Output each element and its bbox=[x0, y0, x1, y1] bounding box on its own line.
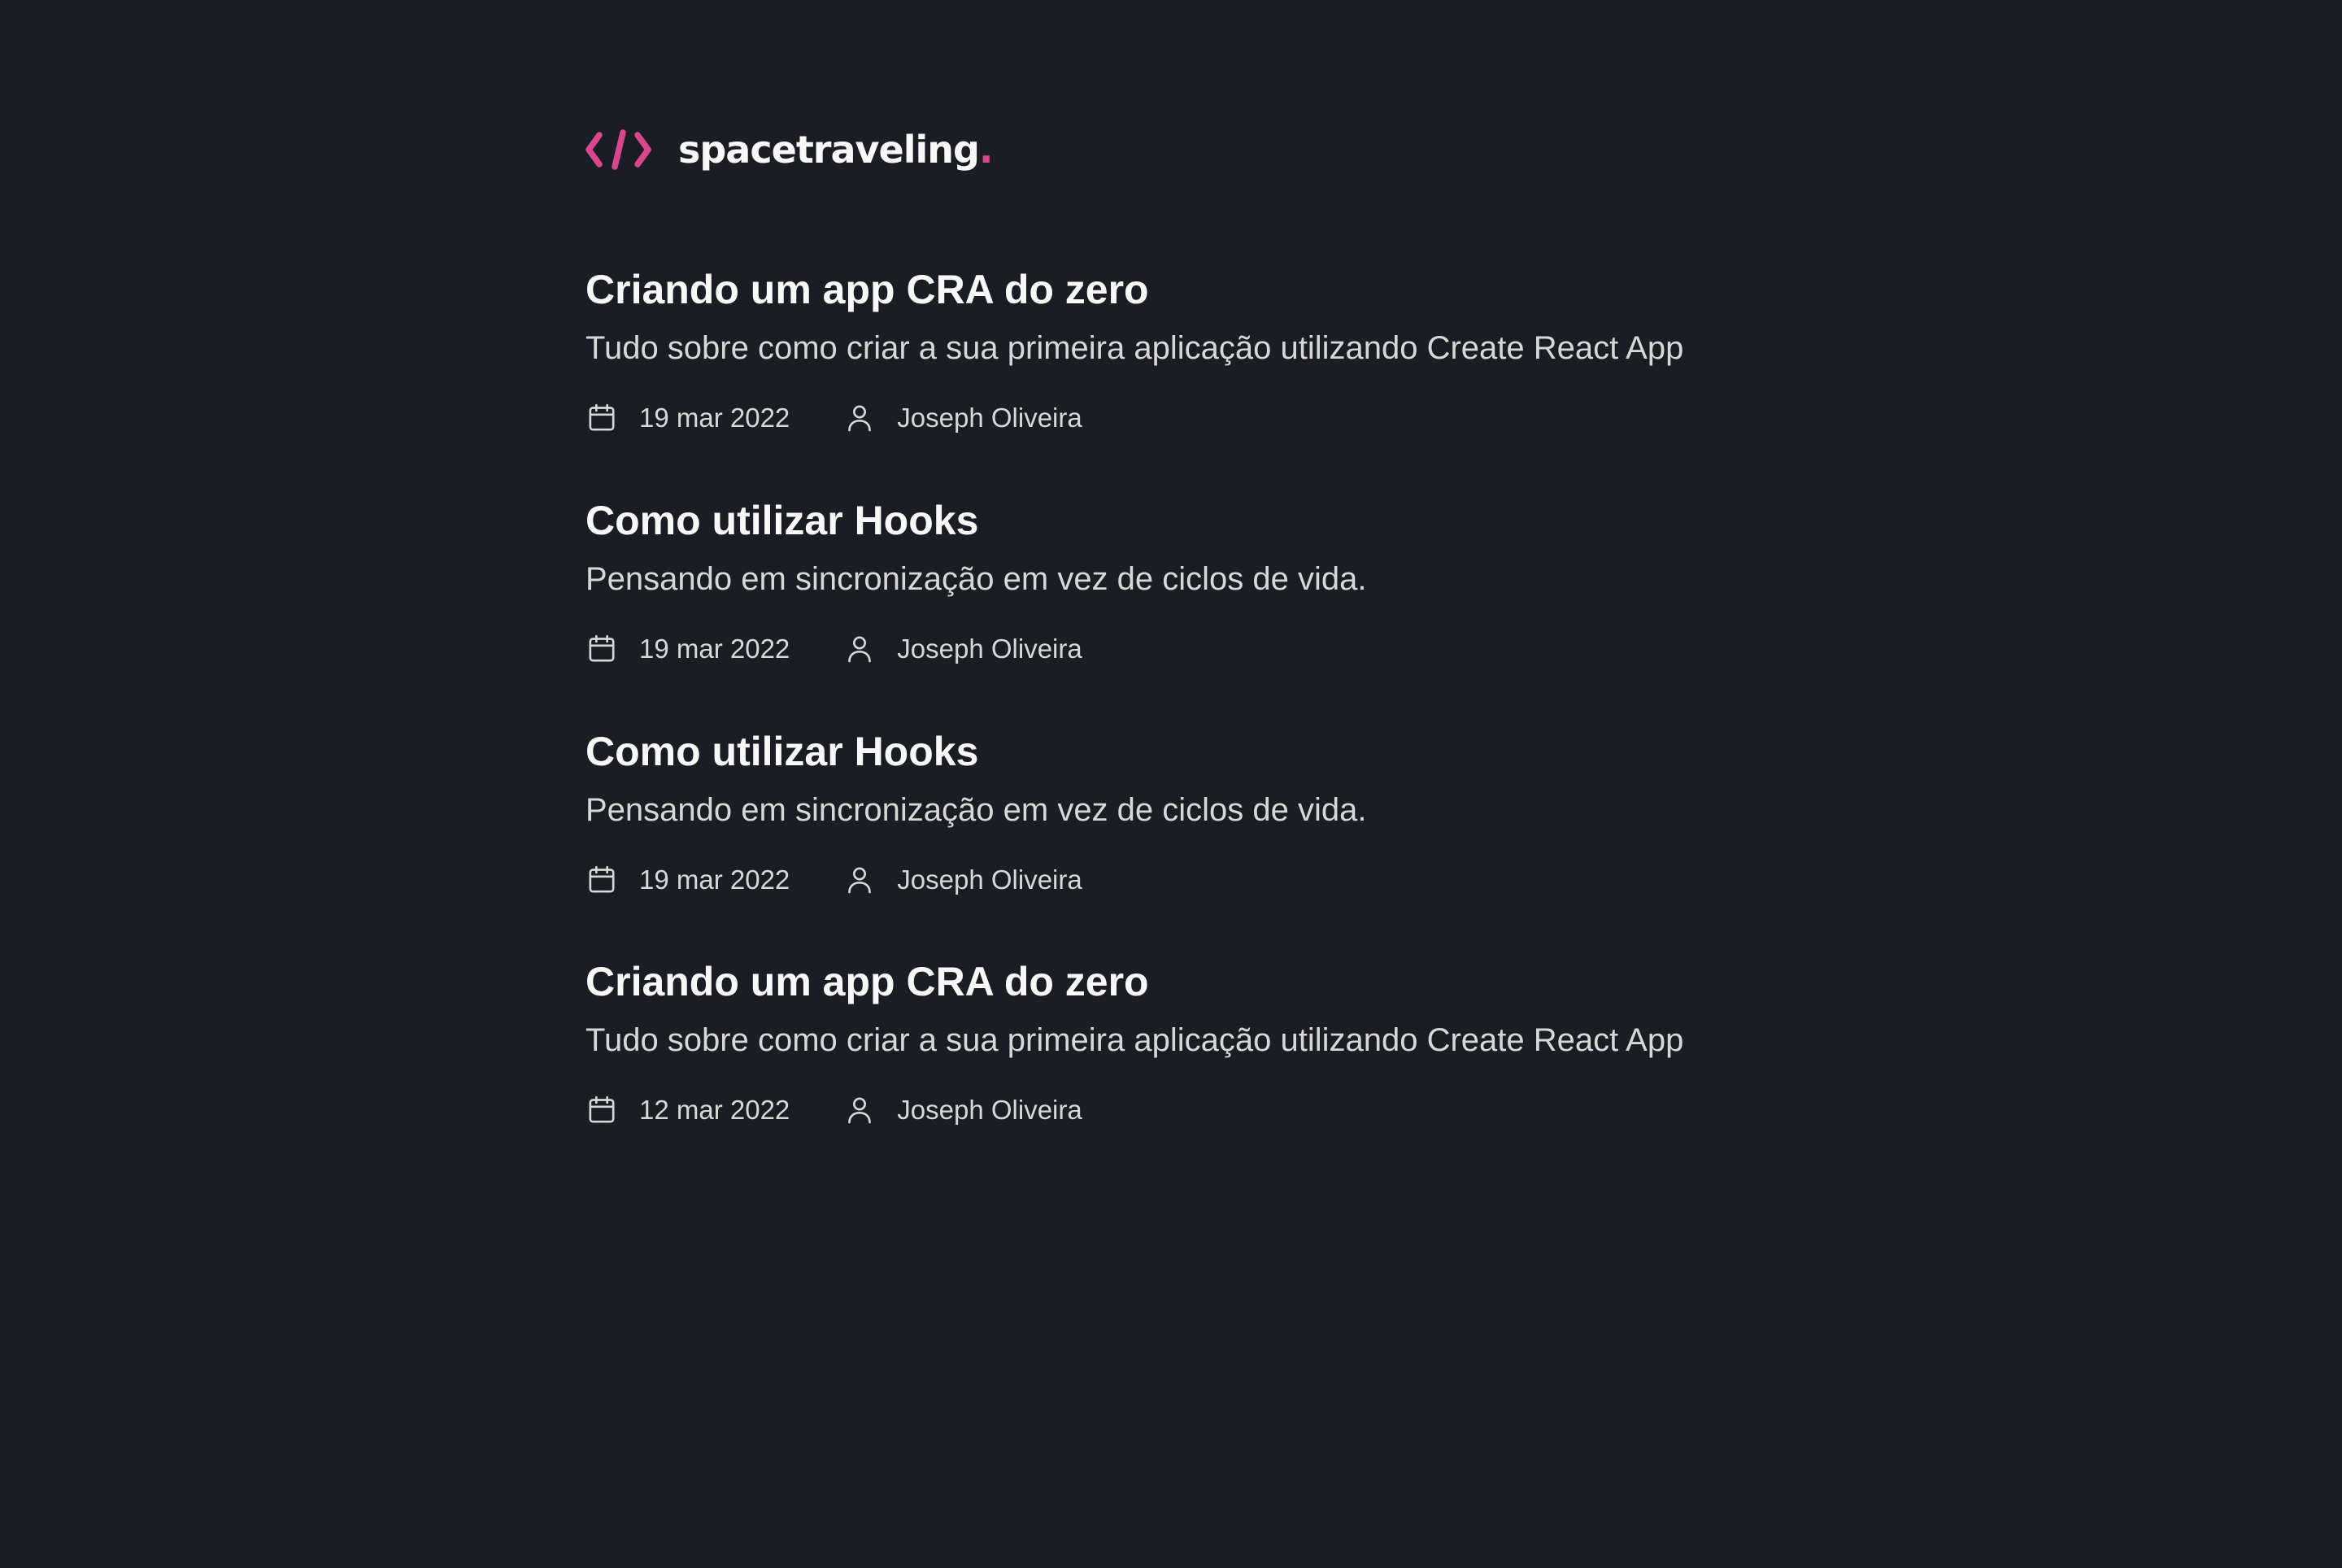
logo-text: spacetraveling bbox=[678, 128, 980, 172]
user-icon bbox=[848, 405, 872, 432]
post-date-text: 19 mar 2022 bbox=[639, 865, 790, 895]
post-info: 19 mar 2022 Joseph Oliveira bbox=[586, 862, 1756, 898]
calendar-icon bbox=[589, 1095, 615, 1123]
post-item[interactable]: Criando um app CRA do zero Tudo sobre co… bbox=[586, 265, 1756, 436]
code-brackets-icon bbox=[586, 129, 651, 170]
user-icon bbox=[848, 867, 872, 894]
calendar-icon bbox=[589, 634, 615, 662]
post-subtitle: Tudo sobre como criar a sua primeira apl… bbox=[586, 1022, 1684, 1058]
user-icon bbox=[848, 1097, 872, 1124]
post-date-text: 12 mar 2022 bbox=[639, 1095, 790, 1125]
post-date: 19 mar 2022 bbox=[586, 633, 790, 665]
logo-link[interactable]: spacetraveling. bbox=[586, 125, 993, 174]
post-author-text: Joseph Oliveira bbox=[897, 865, 1082, 895]
post-info: 12 mar 2022 Joseph Oliveira bbox=[586, 1092, 1756, 1128]
post-author: Joseph Oliveira bbox=[843, 633, 1082, 665]
post-date-text: 19 mar 2022 bbox=[639, 403, 790, 433]
calendar-icon bbox=[589, 865, 615, 893]
post-item[interactable]: Como utilizar Hooks Pensando em sincroni… bbox=[586, 496, 1756, 667]
post-author-text: Joseph Oliveira bbox=[897, 1095, 1082, 1125]
post-author-text: Joseph Oliveira bbox=[897, 403, 1082, 433]
post-subtitle: Tudo sobre como criar a sua primeira apl… bbox=[586, 330, 1684, 366]
post-author: Joseph Oliveira bbox=[843, 402, 1082, 434]
post-author: Joseph Oliveira bbox=[843, 864, 1082, 896]
post-info: 19 mar 2022 Joseph Oliveira bbox=[586, 400, 1756, 436]
logo-wordmark: spacetraveling. bbox=[678, 131, 993, 168]
logo-dot: . bbox=[978, 128, 994, 172]
user-icon bbox=[848, 636, 872, 663]
post-title[interactable]: Como utilizar Hooks bbox=[586, 727, 1756, 776]
post-item[interactable]: Criando um app CRA do zero Tudo sobre co… bbox=[586, 957, 1756, 1128]
post-item[interactable]: Como utilizar Hooks Pensando em sincroni… bbox=[586, 727, 1756, 898]
post-author: Joseph Oliveira bbox=[843, 1094, 1082, 1126]
post-info: 19 mar 2022 Joseph Oliveira bbox=[586, 631, 1756, 667]
post-date-text: 19 mar 2022 bbox=[639, 634, 790, 664]
post-date: 19 mar 2022 bbox=[586, 864, 790, 896]
post-date: 12 mar 2022 bbox=[586, 1094, 790, 1126]
post-title[interactable]: Criando um app CRA do zero bbox=[586, 957, 1756, 1006]
post-subtitle: Pensando em sincronização em vez de cicl… bbox=[586, 792, 1367, 828]
post-title[interactable]: Como utilizar Hooks bbox=[586, 496, 1756, 545]
post-author-text: Joseph Oliveira bbox=[897, 634, 1082, 664]
post-date: 19 mar 2022 bbox=[586, 402, 790, 434]
post-subtitle: Pensando em sincronização em vez de cicl… bbox=[586, 561, 1367, 597]
post-title[interactable]: Criando um app CRA do zero bbox=[586, 265, 1756, 314]
calendar-icon bbox=[589, 403, 615, 431]
